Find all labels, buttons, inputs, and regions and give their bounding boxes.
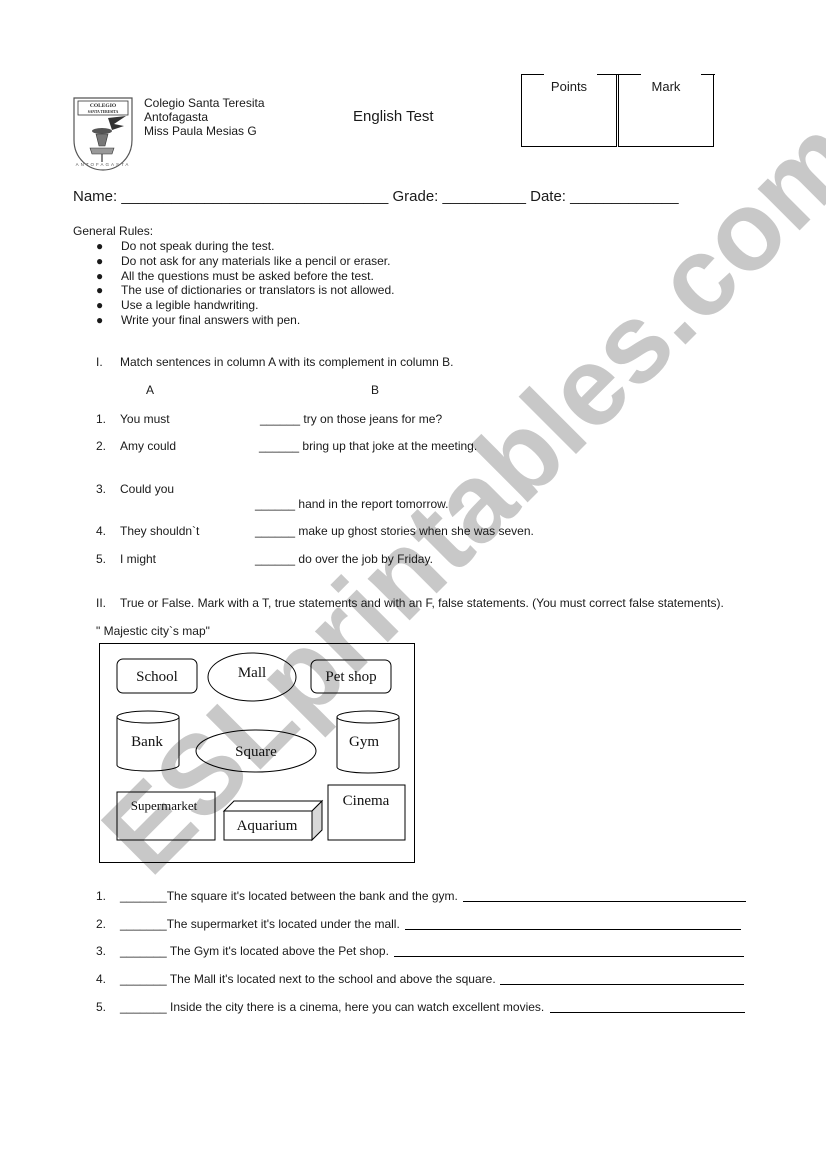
bullet-icon: ● [96,253,104,268]
school-name: Colegio Santa Teresita [144,96,265,110]
teacher-name: Miss Paula Mesias G [144,124,257,138]
bullet-icon: ● [96,268,104,283]
tf-statement-3: 3. _______ The Gym it's located above the… [96,944,389,958]
points-label: Points [550,79,588,94]
match-row-1-a: 1. You must [96,412,170,426]
city-map: School Mall Pet shop Bank Square Gym Sup… [99,643,415,863]
map-aquarium: Aquarium [222,799,324,842]
section-2-instruction: True or False. Mark with a T, true state… [120,596,724,610]
school-city: Antofagasta [144,110,209,124]
section-1-instruction: Match sentences in column A with its com… [120,355,454,369]
section-2-heading: II. True or False. Mark with a T, true st… [96,596,724,610]
svg-text:Aquarium: Aquarium [237,818,298,834]
map-caption: " Majestic city`s map" [96,624,210,638]
rules-list: ● Do not speak during the test. ● Do not a… [96,239,394,328]
answer-blank[interactable]: ______ [259,439,299,453]
tf-answer-blank[interactable]: _______ [120,889,167,903]
answer-blank[interactable]: ______ [255,497,295,511]
rule-item: ● Write your final answers with pen. [96,312,301,327]
bullet-icon: ● [96,312,104,327]
tf-statement-5: 5. _______ Inside the city there is a cin… [96,1000,545,1014]
match-row-1-b: ______ try on those jeans for me? [260,412,443,426]
grade-field[interactable]: __________ [443,188,526,205]
map-supermarket: Supermarket [116,791,216,841]
tf-statement-2: 2. _______The supermarket it's located un… [96,917,400,931]
rules-title: General Rules: [73,224,154,238]
tf-answer-blank[interactable]: _______ [120,972,167,986]
mark-label: Mark [651,79,681,94]
rule-item: ● All the questions must be asked before … [96,268,374,283]
map-school: School [116,658,198,694]
svg-text:COLEGIO: COLEGIO [90,103,117,109]
rule-item: ● Do not speak during the test. [96,239,275,253]
svg-text:Pet shop: Pet shop [325,669,376,685]
watermark: ESLprintables.com [79,94,826,897]
date-field[interactable]: _____________ [570,188,678,205]
tf-answer-blank[interactable]: _______ [120,917,167,931]
svg-text:Bank: Bank [131,734,163,750]
grade-label: Grade: [392,188,439,205]
match-row-5-a: 5. I might [96,552,157,566]
school-info: Colegio Santa Teresita Antofagasta Miss … [144,96,265,138]
name-label: Name: [73,188,118,205]
correction-line[interactable] [405,929,741,930]
answer-blank[interactable]: ______ [260,412,300,426]
rule-item: ● Use a legible handwriting. [96,298,259,313]
tf-answer-blank[interactable]: _______ [120,944,167,958]
student-info-line: Name: ________________________________ G… [73,188,679,205]
column-a-label: A [146,383,155,397]
svg-text:Gym: Gym [349,734,379,750]
svg-text:ANTOFAGASTA: ANTOFAGASTA [76,162,131,167]
map-square: Square [195,729,317,773]
svg-text:Square: Square [235,744,277,760]
mark-cell[interactable]: Mark [618,74,715,147]
bullet-icon: ● [96,283,104,298]
bullet-icon: ● [96,298,104,313]
map-bank: Bank [116,710,180,772]
match-row-4-b: ______ make up ghost stories when she wa… [255,524,534,538]
bullet-icon: ● [96,239,104,253]
map-mall: Mall [207,652,297,702]
match-row-5-b: ______ do over the job by Friday. [255,552,433,566]
svg-text:School: School [136,669,178,685]
section-1-numeral: I. [96,355,103,369]
name-field[interactable]: ________________________________ [121,188,388,205]
section-1-heading: I. Match sentences in column A with its c… [96,355,454,369]
column-b-label: B [371,383,380,397]
correction-line[interactable] [500,984,744,985]
svg-text:Mall: Mall [238,665,266,681]
school-crest-icon: COLEGIO SANTA TERESITA ANTOFAGASTA [72,96,134,172]
tf-statement-4: 4. _______ The Mall it's located next to … [96,972,496,986]
date-label: Date: [530,188,566,205]
match-row-3-a: 3. Could you [96,482,175,496]
points-cell[interactable]: Points [521,74,618,147]
rule-item: ● Do not ask for any materials like a pen… [96,253,391,268]
match-row-2-a: 2. Amy could [96,439,177,453]
tf-answer-blank[interactable]: _______ [120,1000,167,1014]
svg-text:SANTA TERESITA: SANTA TERESITA [88,110,119,114]
correction-line[interactable] [394,956,744,957]
answer-blank[interactable]: ______ [255,552,295,566]
match-row-3-b: ______ hand in the report tomorrow. [255,497,449,511]
correction-line[interactable] [550,1012,745,1013]
match-row-2-b: ______ bring up that joke at the meeting… [259,439,478,453]
map-cinema: Cinema [327,784,406,841]
answer-blank[interactable]: ______ [255,524,295,538]
map-pet-shop: Pet shop [310,659,392,694]
score-box: Points Mark [521,74,715,147]
map-gym: Gym [336,710,400,774]
svg-text:Supermarket: Supermarket [131,798,198,813]
rule-item: ● The use of dictionaries or translators … [96,283,395,298]
match-row-4-a: 4. They shouldn`t [96,524,200,538]
test-title: English Test [353,108,434,125]
tf-statement-1: 1. _______The square it's located between… [96,889,458,903]
section-2-numeral: II. [96,596,107,610]
svg-text:Cinema: Cinema [343,793,390,809]
correction-line[interactable] [463,901,746,902]
